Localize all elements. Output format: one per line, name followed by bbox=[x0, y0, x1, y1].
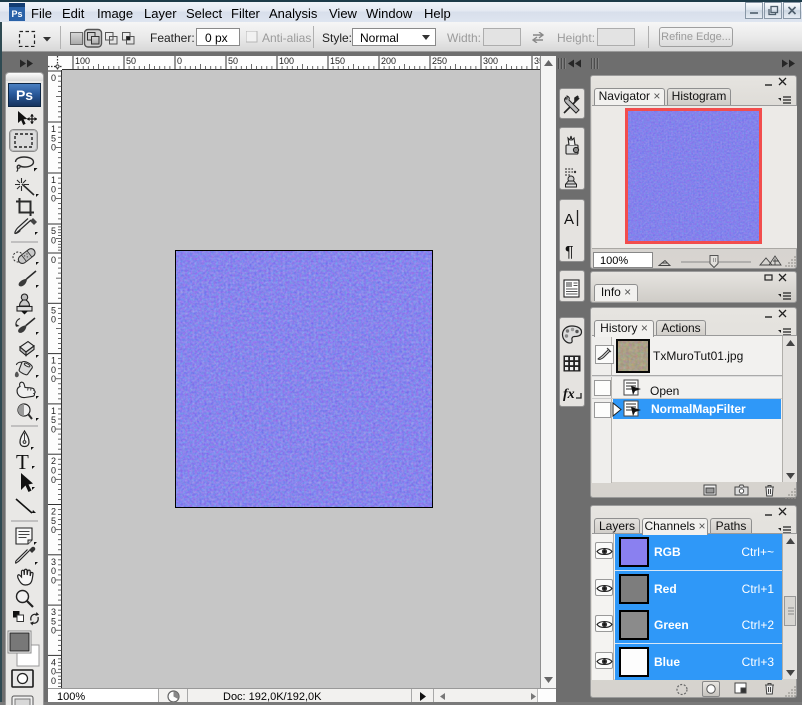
svg-text:200: 200 bbox=[381, 56, 396, 66]
svg-text:0: 0 bbox=[51, 525, 56, 535]
svg-text:T: T bbox=[16, 450, 29, 474]
svg-text:0: 0 bbox=[51, 255, 56, 265]
svg-text:100: 100 bbox=[279, 56, 294, 66]
svg-text:0: 0 bbox=[51, 575, 56, 585]
svg-text:150: 150 bbox=[330, 56, 345, 66]
svg-text:0: 0 bbox=[177, 56, 182, 66]
svg-text:0: 0 bbox=[51, 73, 56, 83]
svg-text:0: 0 bbox=[51, 315, 56, 325]
svg-text:0: 0 bbox=[51, 425, 56, 435]
svg-text:Ps: Ps bbox=[11, 9, 22, 19]
svg-text:0: 0 bbox=[51, 475, 56, 485]
svg-text:0: 0 bbox=[51, 194, 56, 204]
svg-text:0: 0 bbox=[51, 626, 56, 636]
svg-text:300: 300 bbox=[483, 56, 498, 66]
svg-text:100: 100 bbox=[75, 56, 90, 66]
svg-text:50: 50 bbox=[126, 56, 136, 66]
svg-text:fx: fx bbox=[563, 387, 575, 402]
svg-text:A: A bbox=[564, 211, 574, 228]
svg-text:50: 50 bbox=[228, 56, 238, 66]
svg-text:0: 0 bbox=[51, 374, 56, 384]
svg-text:¶: ¶ bbox=[565, 244, 574, 261]
svg-text:0: 0 bbox=[51, 676, 56, 686]
svg-text:250: 250 bbox=[432, 56, 447, 66]
svg-text:0: 0 bbox=[51, 235, 56, 245]
svg-text:0: 0 bbox=[51, 143, 56, 153]
